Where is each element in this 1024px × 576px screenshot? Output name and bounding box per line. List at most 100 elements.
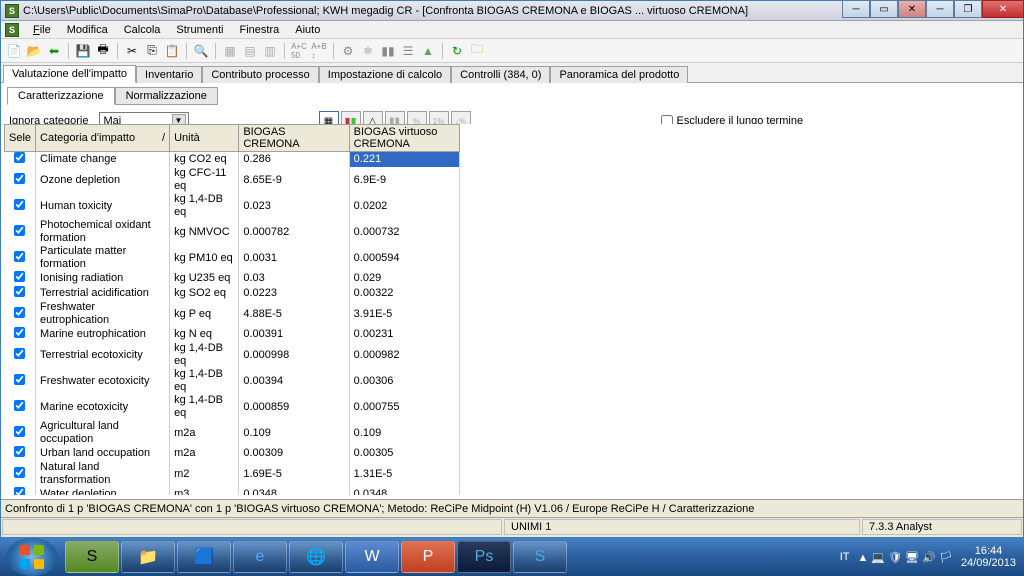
- a50-icon[interactable]: A+C50: [290, 42, 308, 60]
- row-checkbox[interactable]: [5, 487, 36, 495]
- ab-icon[interactable]: A+B↕: [310, 42, 328, 60]
- row-checkbox[interactable]: [5, 152, 36, 168]
- save-icon[interactable]: 💾: [74, 42, 92, 60]
- row-checkbox[interactable]: [5, 271, 36, 286]
- task-powerpoint[interactable]: P: [401, 541, 455, 573]
- back-icon[interactable]: ⬅: [45, 42, 63, 60]
- new-icon[interactable]: 📄: [5, 42, 23, 60]
- cut-icon[interactable]: ✂: [123, 42, 141, 60]
- table-row[interactable]: Water depletion m3 0.0348 0.0348: [5, 487, 460, 495]
- task-skype[interactable]: S: [513, 541, 567, 573]
- row-checkbox[interactable]: [5, 301, 36, 327]
- tray-lang[interactable]: IT: [840, 551, 850, 563]
- tray-clock[interactable]: 16:4424/09/2013: [961, 545, 1016, 569]
- open-icon[interactable]: 📂: [25, 42, 43, 60]
- row-checkbox[interactable]: [5, 342, 36, 368]
- table-row[interactable]: Freshwater eutrophication kg P eq 4.88E-…: [5, 301, 460, 327]
- task-photoshop[interactable]: Ps: [457, 541, 511, 573]
- task-app1[interactable]: 🟦: [177, 541, 231, 573]
- maximize-button[interactable]: ▭: [870, 0, 898, 18]
- row-checkbox[interactable]: [5, 420, 36, 446]
- row-checkbox[interactable]: [5, 245, 36, 271]
- triangle-icon[interactable]: ▲: [419, 42, 437, 60]
- close-button[interactable]: ✕: [982, 0, 1024, 18]
- row-checkbox[interactable]: [5, 394, 36, 420]
- table-row[interactable]: Climate change kg CO2 eq 0.286 0.221: [5, 152, 460, 168]
- row-checkbox[interactable]: [5, 219, 36, 245]
- tool2-icon[interactable]: ▤: [241, 42, 259, 60]
- table-row[interactable]: Urban land occupation m2a 0.00309 0.0030…: [5, 446, 460, 461]
- copy-icon[interactable]: ⎘: [143, 42, 161, 60]
- menu-file[interactable]: File: [25, 22, 59, 38]
- header-sele[interactable]: Sele: [5, 125, 36, 152]
- row-checkbox[interactable]: [5, 368, 36, 394]
- row-v1: 0.109: [239, 420, 349, 446]
- refresh-icon[interactable]: ↻: [448, 42, 466, 60]
- table-row[interactable]: Marine ecotoxicity kg 1,4-DB eq 0.000859…: [5, 394, 460, 420]
- row-checkbox[interactable]: [5, 327, 36, 342]
- task-word[interactable]: W: [345, 541, 399, 573]
- list-icon[interactable]: ☰: [399, 42, 417, 60]
- row-checkbox[interactable]: [5, 446, 36, 461]
- minimize-button[interactable]: ─: [842, 0, 870, 18]
- row-unit: m2a: [170, 446, 239, 461]
- menu-calcola[interactable]: Calcola: [116, 22, 169, 38]
- tab-impostazione[interactable]: Impostazione di calcolo: [319, 66, 451, 83]
- menu-strumenti[interactable]: Strumenti: [168, 22, 231, 38]
- header-biogas1[interactable]: BIOGAS CREMONA: [239, 125, 349, 152]
- menu-finestra[interactable]: Finestra: [231, 22, 287, 38]
- row-unit: kg 1,4-DB eq: [170, 368, 239, 394]
- table-row[interactable]: Agricultural land occupation m2a 0.109 0…: [5, 420, 460, 446]
- folder-icon[interactable]: 🗀: [468, 42, 486, 60]
- task-explorer[interactable]: 📁: [121, 541, 175, 573]
- header-category[interactable]: Categoria d'impatto/: [36, 125, 170, 152]
- row-category: Ionising radiation: [36, 271, 170, 286]
- menu-aiuto[interactable]: Aiuto: [287, 22, 328, 38]
- table-row[interactable]: Ionising radiation kg U235 eq 0.03 0.029: [5, 271, 460, 286]
- header-unit[interactable]: Unità: [170, 125, 239, 152]
- table-row[interactable]: Natural land transformation m2 1.69E-5 1…: [5, 461, 460, 487]
- row-unit: kg P eq: [170, 301, 239, 327]
- bar-icon[interactable]: ▮▮: [379, 42, 397, 60]
- task-ie[interactable]: e: [233, 541, 287, 573]
- table-row[interactable]: Human toxicity kg 1,4-DB eq 0.023 0.0202: [5, 193, 460, 219]
- table-row[interactable]: Terrestrial ecotoxicity kg 1,4-DB eq 0.0…: [5, 342, 460, 368]
- table-row[interactable]: Ozone depletion kg CFC-11 eq 8.65E-9 6.9…: [5, 167, 460, 193]
- tab-panoramica[interactable]: Panoramica del prodotto: [550, 66, 688, 83]
- task-chrome[interactable]: 🌐: [289, 541, 343, 573]
- tray-icons[interactable]: ▲ 💻 🛡 🖥 🔊 🏳: [857, 551, 952, 564]
- table-row[interactable]: Particulate matter formation kg PM10 eq …: [5, 245, 460, 271]
- search-icon[interactable]: 🔍: [192, 42, 210, 60]
- row-checkbox[interactable]: [5, 167, 36, 193]
- subtab-normalizzazione[interactable]: Normalizzazione: [115, 87, 218, 105]
- table-row[interactable]: Freshwater ecotoxicity kg 1,4-DB eq 0.00…: [5, 368, 460, 394]
- paste-icon[interactable]: 📋: [163, 42, 181, 60]
- row-unit: m3: [170, 487, 239, 495]
- tab-controlli[interactable]: Controlli (384, 0): [451, 66, 550, 83]
- row-category: Climate change: [36, 152, 170, 168]
- row-checkbox[interactable]: [5, 193, 36, 219]
- start-button[interactable]: [6, 538, 58, 576]
- header-biogas2[interactable]: BIOGAS virtuoso CREMONA: [349, 125, 459, 152]
- subtab-caratterizzazione[interactable]: Caratterizzazione: [7, 87, 115, 105]
- outer-minimize-button[interactable]: ─: [926, 0, 954, 18]
- menu-modifica[interactable]: Modifica: [59, 22, 116, 38]
- outer-restore-button[interactable]: ❐: [954, 0, 982, 18]
- row-category: Terrestrial acidification: [36, 286, 170, 301]
- table-row[interactable]: Marine eutrophication kg N eq 0.00391 0.…: [5, 327, 460, 342]
- table-row[interactable]: Photochemical oxidant formation kg NMVOC…: [5, 219, 460, 245]
- row-category: Ozone depletion: [36, 167, 170, 193]
- tab-contributo[interactable]: Contributo processo: [202, 66, 318, 83]
- tool3-icon[interactable]: ▥: [261, 42, 279, 60]
- tool1-icon[interactable]: ▦: [221, 42, 239, 60]
- network-icon[interactable]: ⚛: [359, 42, 377, 60]
- tab-valutazione[interactable]: Valutazione dell'impatto: [3, 65, 136, 83]
- row-checkbox[interactable]: [5, 286, 36, 301]
- table-row[interactable]: Terrestrial acidification kg SO2 eq 0.02…: [5, 286, 460, 301]
- task-simapro[interactable]: S: [65, 541, 119, 573]
- print-icon[interactable]: 🖶: [94, 42, 112, 60]
- tab-inventario[interactable]: Inventario: [136, 66, 202, 83]
- row-checkbox[interactable]: [5, 461, 36, 487]
- inner-close-button[interactable]: ✕: [898, 0, 926, 18]
- tree-icon[interactable]: ⚙: [339, 42, 357, 60]
